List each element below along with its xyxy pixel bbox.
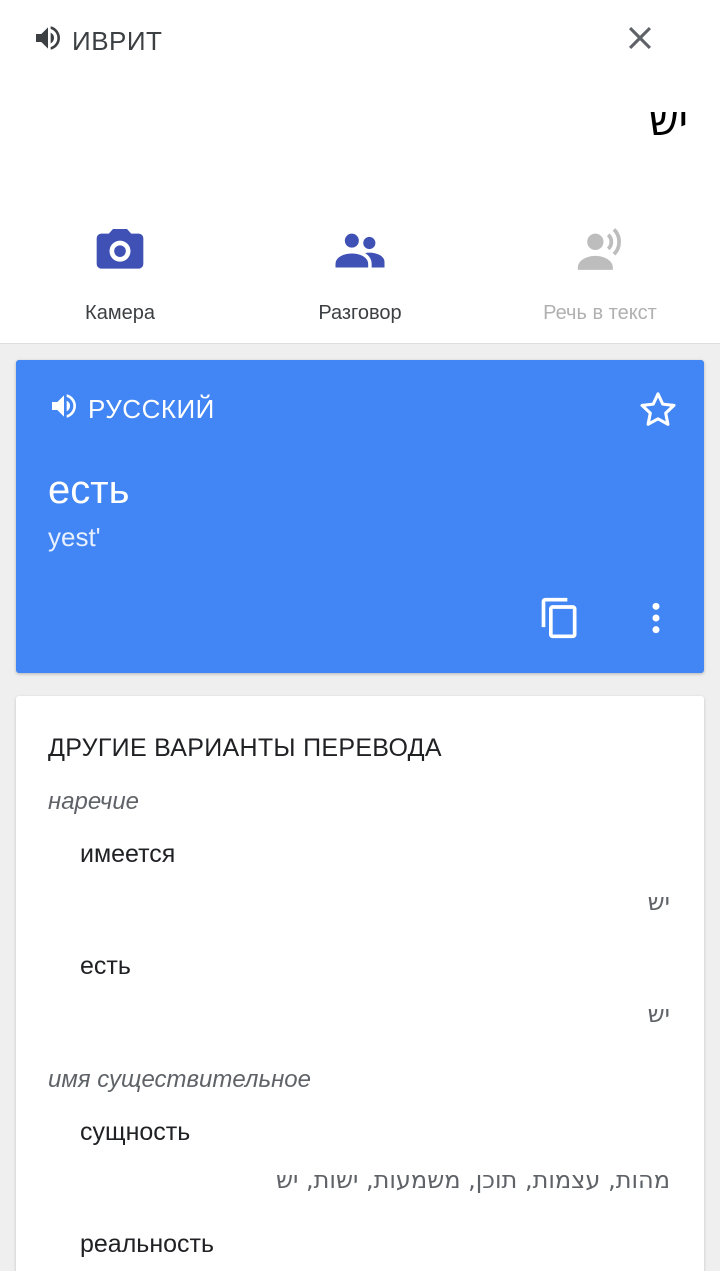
camera-label: Камера: [85, 302, 155, 324]
part-of-speech-label: имя существительное: [48, 1066, 311, 1093]
speaker-icon: [32, 22, 64, 61]
more-vert-icon: [636, 602, 676, 644]
alternative-word[interactable]: реальность: [80, 1230, 214, 1259]
alternative-word[interactable]: имеется: [80, 840, 175, 869]
alternative-source: יש: [647, 888, 670, 916]
source-language-label: ИВРИТ: [72, 25, 163, 56]
alternative-word[interactable]: есть: [80, 952, 131, 981]
star-icon: [636, 392, 680, 436]
alternative-word[interactable]: сущность: [80, 1118, 190, 1147]
alternative-source: מהות, עצמות, תוכן, משמעות, ישות, יש: [276, 1166, 670, 1194]
conversation-button[interactable]: Разговор: [240, 220, 480, 330]
copy-button[interactable]: [538, 596, 582, 640]
speech-to-text-label: Речь в текст: [543, 302, 657, 324]
speaker-icon: [48, 390, 80, 429]
camera-button[interactable]: Камера: [0, 220, 240, 330]
speech-to-text-icon: [570, 220, 630, 280]
transliteration-text: yest': [48, 522, 101, 552]
translation-card: РУССКИЙ есть yest': [16, 360, 704, 673]
alternatives-title: ДРУГИЕ ВАРИАНТЫ ПЕРЕВОДА: [48, 734, 442, 762]
source-language-speak-button[interactable]: ИВРИТ: [32, 24, 162, 58]
conversation-label: Разговор: [318, 302, 402, 324]
close-button[interactable]: [620, 20, 660, 60]
alternative-source: יש: [647, 1000, 670, 1028]
target-language-speak-button[interactable]: РУССКИЙ: [48, 392, 215, 426]
close-icon: [623, 21, 657, 60]
more-options-button[interactable]: [636, 596, 676, 640]
conversation-icon: [330, 220, 390, 280]
input-panel: ИВРИТ יש Камера Разговор Речь в текст: [0, 0, 720, 344]
input-tools: Камера Разговор Речь в текст: [0, 220, 720, 330]
copy-icon: [538, 597, 582, 644]
save-translation-button[interactable]: [636, 388, 680, 432]
speech-to-text-button[interactable]: Речь в текст: [480, 220, 720, 330]
translation-text[interactable]: есть: [48, 468, 129, 513]
target-language-label: РУССКИЙ: [88, 393, 215, 424]
alternative-translations-card: ДРУГИЕ ВАРИАНТЫ ПЕРЕВОДА наречие имеется…: [16, 696, 704, 1271]
source-text[interactable]: יש: [649, 96, 688, 145]
part-of-speech-label: наречие: [48, 788, 140, 815]
camera-icon: [90, 220, 150, 280]
